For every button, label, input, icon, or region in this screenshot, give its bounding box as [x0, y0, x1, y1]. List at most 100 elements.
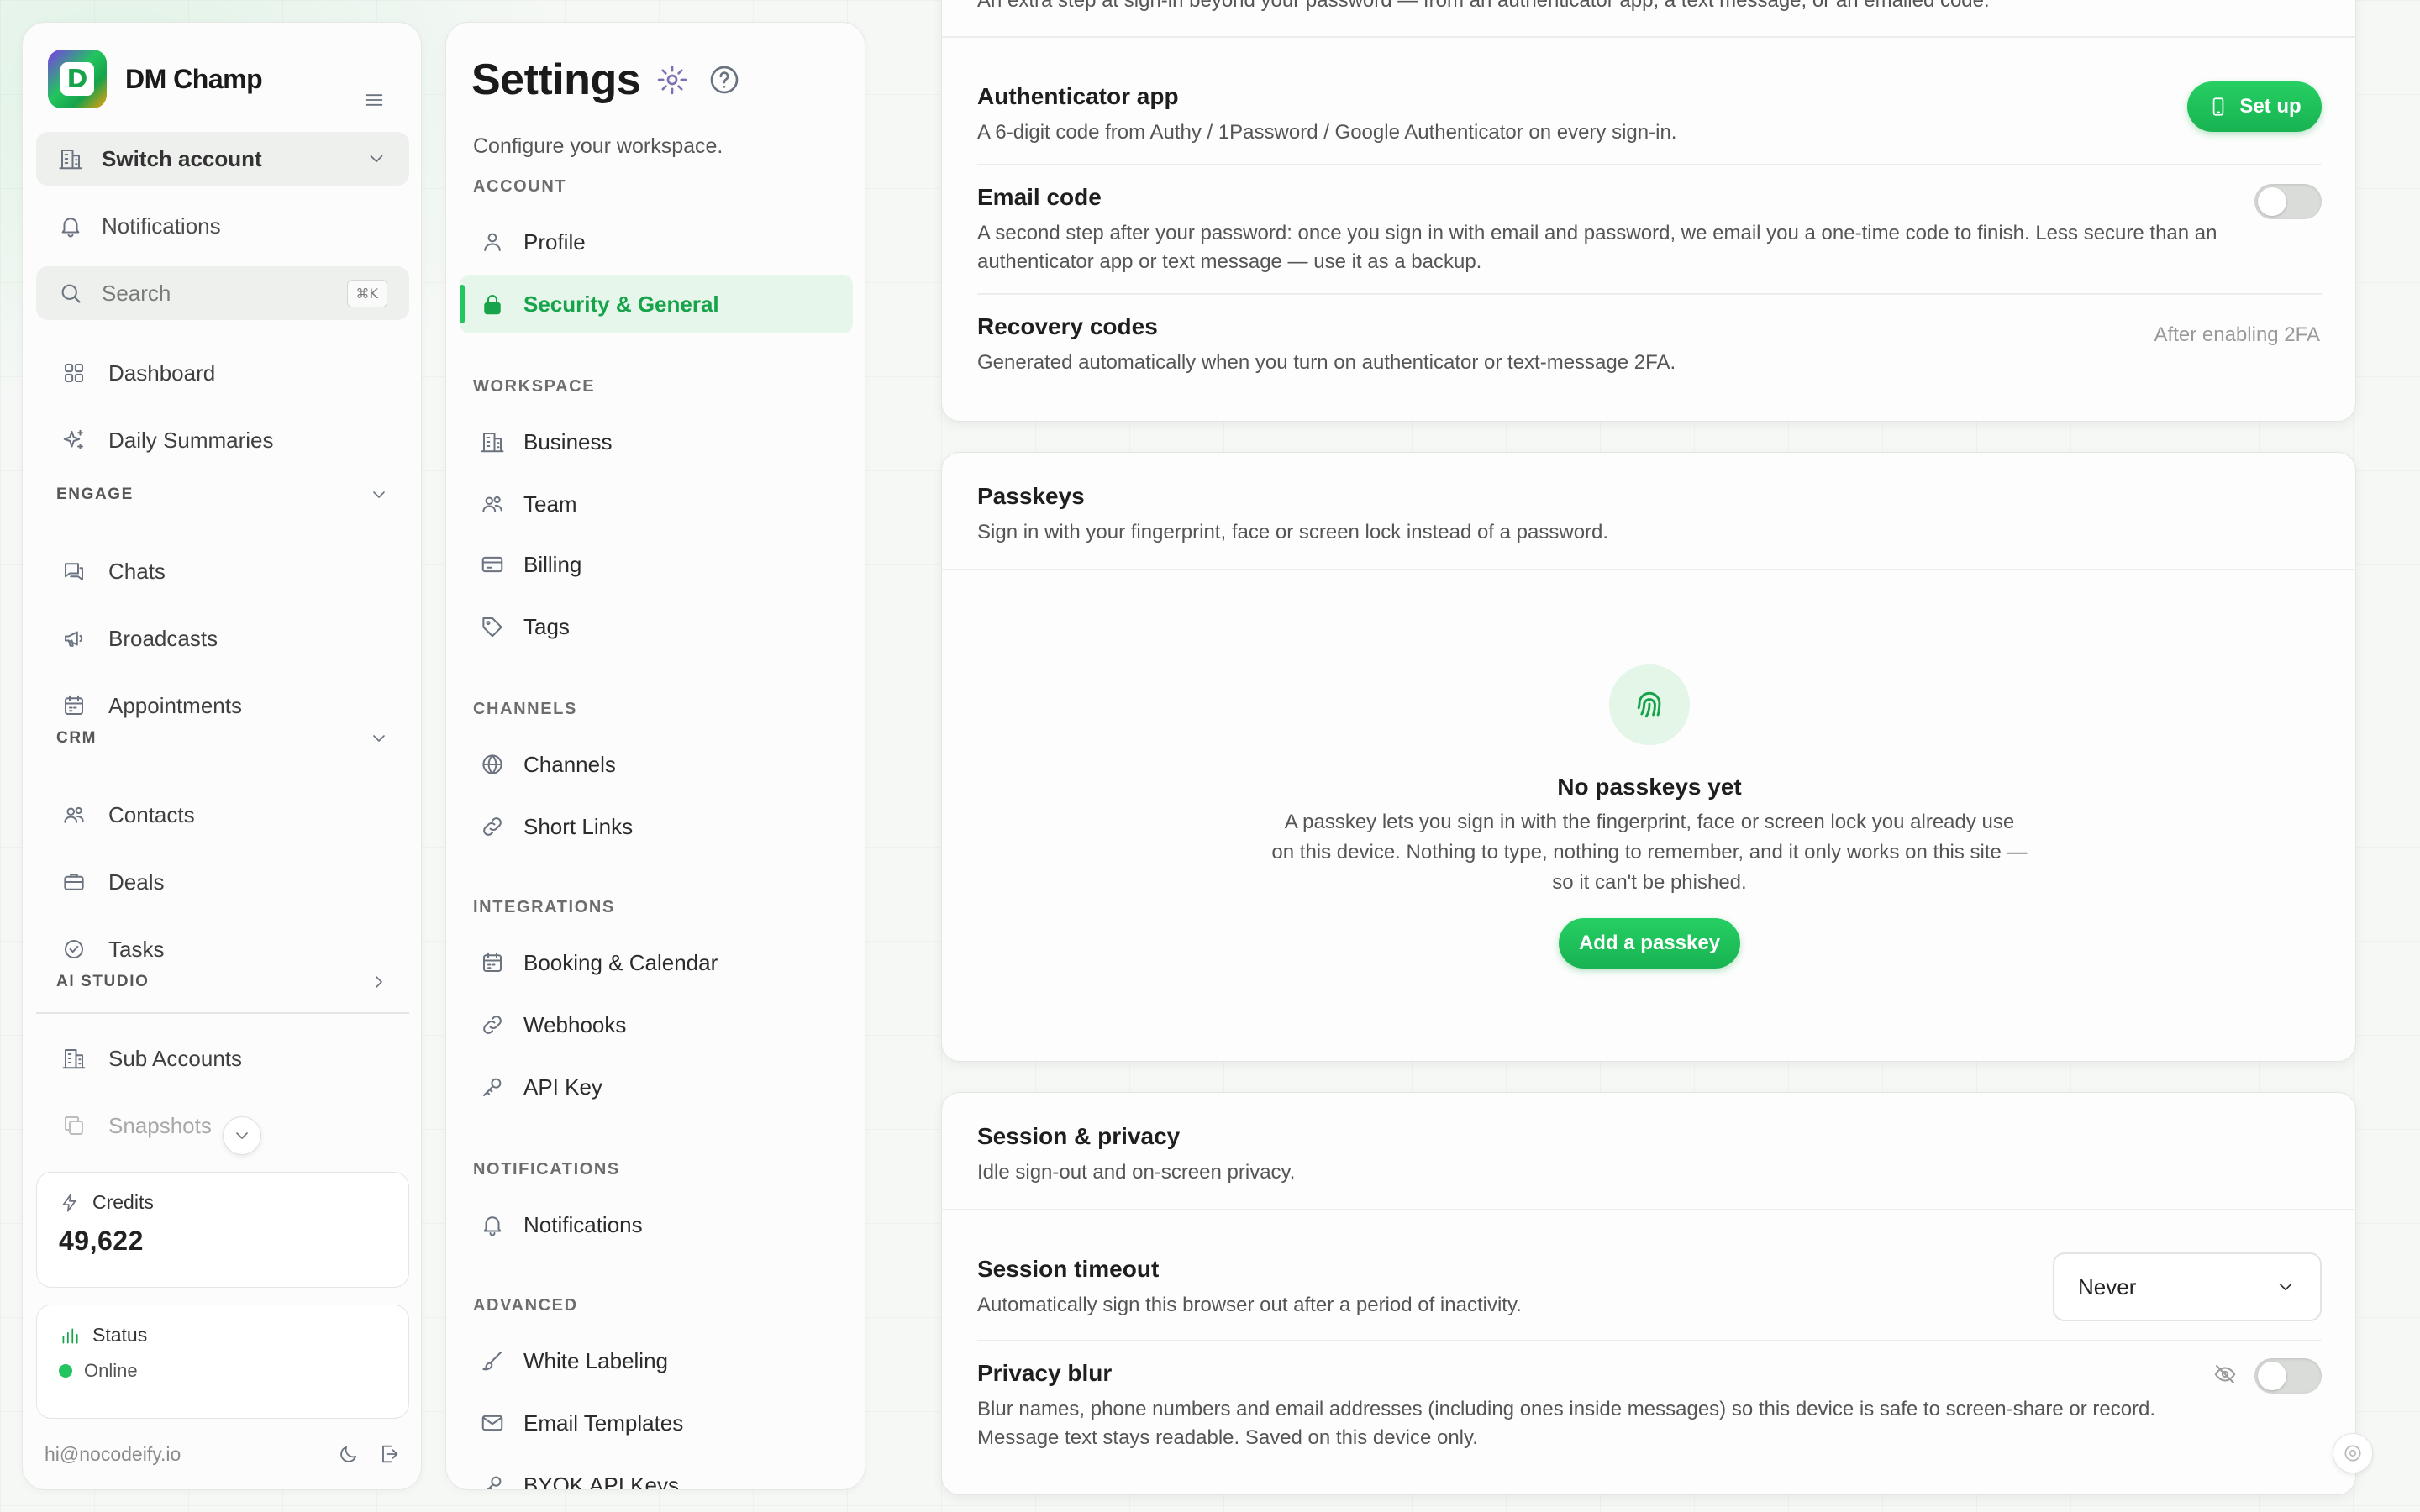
- search-placeholder: Search: [102, 280, 171, 306]
- section-advanced-label: ADVANCED: [473, 1296, 578, 1315]
- recovery-codes-desc: Generated automatically when you turn on…: [977, 351, 1676, 374]
- email-code-title: Email code: [977, 184, 1102, 210]
- passkeys-panel: Passkeys Sign in with your fingerprint, …: [941, 452, 2357, 1062]
- target-icon: [2344, 1445, 2361, 1462]
- setup-authenticator-button[interactable]: Set up: [2187, 81, 2322, 132]
- tag-icon: [482, 617, 502, 638]
- settings-item-label: Billing: [523, 551, 582, 577]
- building-icon: [62, 1049, 86, 1069]
- status-card[interactable]: Status Online: [36, 1305, 409, 1419]
- authenticator-app-title: Authenticator app: [977, 83, 1179, 109]
- nav-item-label: Sub Accounts: [108, 1045, 242, 1071]
- settings-item-label: API Key: [523, 1074, 602, 1100]
- chevron-down-icon: [373, 735, 385, 742]
- chevron-down-icon: [236, 1132, 248, 1139]
- nav-item-snapshots[interactable]: Snapshots: [36, 1098, 409, 1153]
- section-ai-studio-toggle[interactable]: AI STUDIO: [36, 965, 409, 999]
- session-desc: Idle sign-out and on-screen privacy.: [977, 1161, 1296, 1184]
- settings-item-business[interactable]: Business: [460, 412, 853, 471]
- search-icon: [61, 284, 81, 303]
- switch-account-button[interactable]: Switch account: [36, 132, 409, 186]
- settings-item-booking-calendar[interactable]: Booking & Calendar: [460, 933, 853, 992]
- search-shortcut-badge: ⌘K: [346, 279, 387, 307]
- recovery-codes-note: After enabling 2FA: [2154, 323, 2320, 346]
- session-header: Session & privacy Idle sign-out and on-s…: [977, 1123, 2322, 1187]
- settings-item-api-key[interactable]: API Key: [460, 1058, 853, 1116]
- key-icon: [487, 1476, 502, 1489]
- divider: [942, 36, 2355, 38]
- two-factor-intro: An extra step at sign-in beyond your pas…: [977, 0, 1990, 12]
- settings-item-email-templates[interactable]: Email Templates: [460, 1394, 853, 1452]
- settings-item-byok-api-keys[interactable]: BYOK API Keys: [460, 1456, 853, 1489]
- chevron-right-icon: [376, 976, 382, 988]
- briefcase-icon: [64, 874, 84, 890]
- settings-item-short-links[interactable]: Short Links: [460, 797, 853, 856]
- settings-item-label: Notifications: [523, 1211, 643, 1237]
- nav-item-label: Dashboard: [108, 360, 216, 386]
- notifications-button[interactable]: Notifications: [36, 199, 409, 253]
- status-indicator-dot: [59, 1364, 72, 1378]
- scroll-down-button[interactable]: [223, 1116, 261, 1155]
- settings-item-label: Booking & Calendar: [523, 949, 718, 975]
- hamburger-menu-icon[interactable]: [362, 88, 386, 112]
- nav-item-label: Chats: [108, 558, 166, 584]
- settings-item-billing[interactable]: Billing: [460, 535, 853, 594]
- nav-item-daily-summaries[interactable]: Daily Summaries: [36, 412, 409, 468]
- brand[interactable]: D DM Champ: [48, 50, 263, 108]
- settings-item-label: Channels: [523, 751, 616, 777]
- nav-item-label: Deals: [108, 869, 165, 895]
- bell-icon: [61, 218, 80, 238]
- phone-icon: [2213, 97, 2224, 116]
- credits-card[interactable]: Credits 49,622: [36, 1172, 409, 1288]
- email-code-desc: A second step after your password: once …: [977, 222, 2217, 273]
- email-code-row: Email code A second step after your pass…: [977, 184, 2238, 276]
- logout-icon[interactable]: [377, 1442, 401, 1466]
- passkeys-desc: Sign in with your fingerprint, face or s…: [977, 521, 1609, 543]
- section-crm-toggle[interactable]: CRM: [36, 722, 409, 755]
- nav-item-deals[interactable]: Deals: [36, 854, 409, 910]
- nav-item-broadcasts[interactable]: Broadcasts: [36, 611, 409, 666]
- add-passkey-button[interactable]: Add a passkey: [1559, 918, 1740, 969]
- session-timeout-select[interactable]: Never: [2053, 1252, 2322, 1321]
- settings-item-label: Email Templates: [523, 1410, 684, 1436]
- building-icon: [481, 433, 504, 453]
- session-timeout-value: Never: [2078, 1273, 2137, 1299]
- settings-nav: Settings Configure your workspace. ACCOU…: [445, 22, 865, 1490]
- page-title: Settings: [471, 55, 641, 104]
- key-icon: [483, 1078, 502, 1096]
- nav-item-label: Broadcasts: [108, 625, 218, 651]
- recovery-codes-title: Recovery codes: [977, 313, 1158, 339]
- building-icon: [59, 150, 82, 170]
- moon-icon[interactable]: [337, 1442, 360, 1466]
- nav-item-chats[interactable]: Chats: [36, 543, 409, 599]
- settings-item-profile[interactable]: Profile: [460, 213, 853, 271]
- nav-item-dashboard[interactable]: Dashboard: [36, 345, 409, 401]
- search-input[interactable]: Search ⌘K: [36, 266, 409, 320]
- settings-item-channels[interactable]: Channels: [460, 735, 853, 794]
- nav-item-contacts[interactable]: Contacts: [36, 787, 409, 843]
- notifications-label: Notifications: [102, 213, 221, 239]
- chevron-down-icon: [370, 155, 383, 163]
- credits-label: Credits: [92, 1191, 154, 1213]
- status-label: Status: [92, 1324, 148, 1346]
- settings-item-tags[interactable]: Tags: [460, 597, 853, 656]
- settings-item-team[interactable]: Team: [460, 475, 853, 533]
- setup-button-label: Set up: [2239, 95, 2302, 118]
- settings-item-security-general[interactable]: Security & General: [460, 275, 853, 333]
- section-engage-toggle[interactable]: ENGAGE: [36, 478, 409, 512]
- privacy-blur-toggle[interactable]: [2254, 1358, 2322, 1394]
- nav-item-sub-accounts[interactable]: Sub Accounts: [36, 1031, 409, 1086]
- floating-help-button[interactable]: [2333, 1433, 2373, 1473]
- eye-off-icon: [2214, 1365, 2236, 1383]
- status-value: Online: [84, 1360, 138, 1381]
- section-workspace-label: WORKSPACE: [473, 377, 596, 396]
- email-code-toggle[interactable]: [2254, 184, 2322, 219]
- brush-icon: [482, 1352, 502, 1371]
- settings-item-label: Security & General: [523, 291, 719, 317]
- settings-item-label: Tags: [523, 613, 570, 639]
- nav-item-label: Tasks: [108, 936, 165, 962]
- help-icon[interactable]: [708, 63, 741, 97]
- settings-item-webhooks[interactable]: Webhooks: [460, 995, 853, 1054]
- settings-item-notifications[interactable]: Notifications: [460, 1195, 853, 1254]
- settings-item-white-labeling[interactable]: White Labeling: [460, 1331, 853, 1390]
